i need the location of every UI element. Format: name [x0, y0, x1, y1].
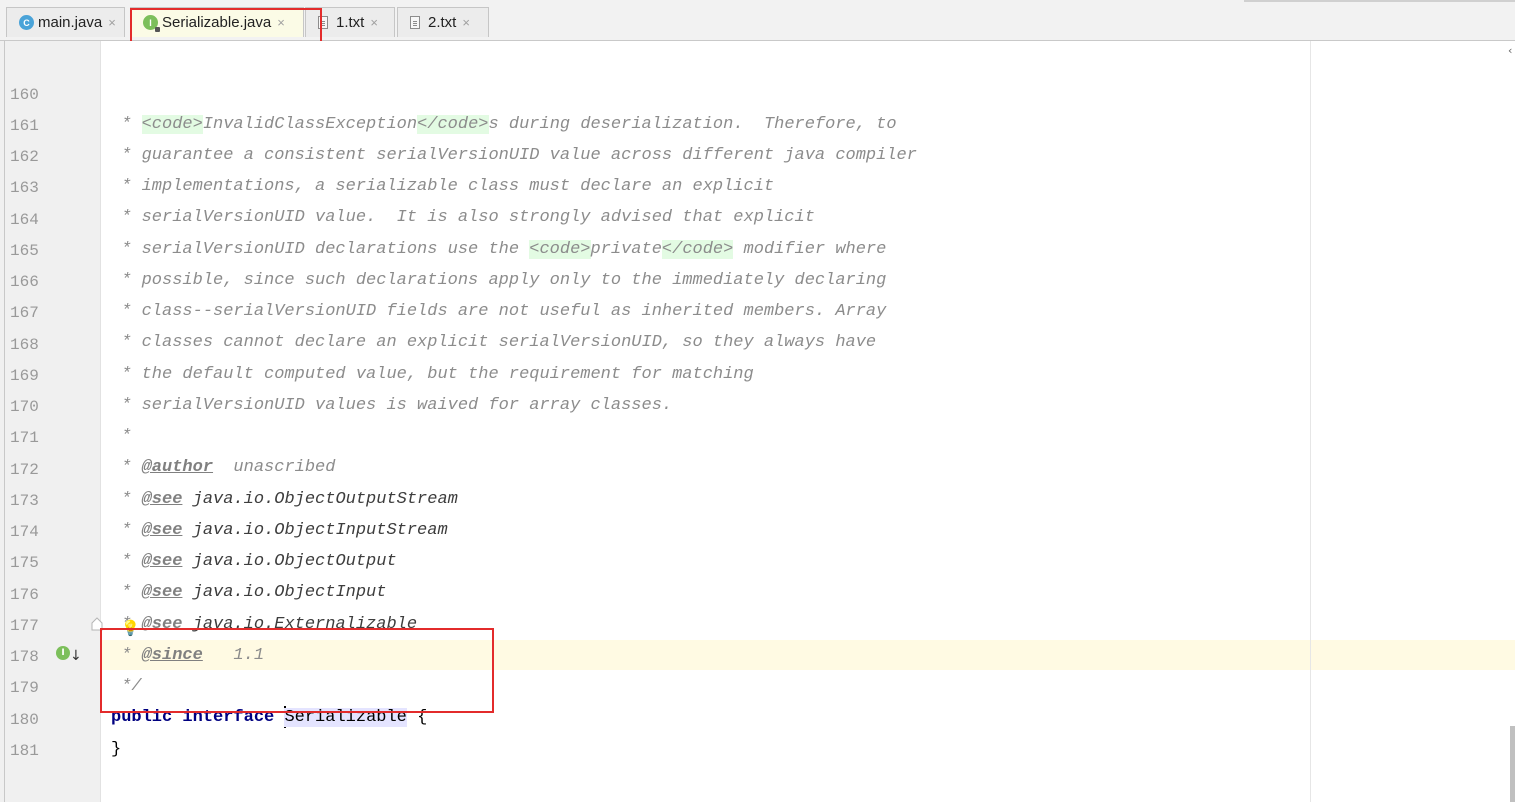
- code-line: 169 * serialVersionUID values is waived …: [0, 331, 1515, 415]
- code-line: 173 * @see java.io.ObjectInputStream: [0, 456, 1515, 540]
- code-line: 165 * possible, since such declarations …: [0, 206, 1515, 290]
- code-line: 171 * @author unascribed: [0, 393, 1515, 477]
- code-line: 174 * @see java.io.ObjectOutput: [0, 487, 1515, 571]
- tab-label: main.java: [38, 14, 103, 31]
- tab-label: 1.txt: [336, 14, 365, 31]
- code-line: 162 * implementations, a serializable cl…: [0, 112, 1515, 196]
- code-line: 163 * serialVersionUID value. It is also…: [0, 143, 1515, 227]
- code-line: 167 * classes cannot declare an explicit…: [0, 268, 1515, 352]
- code-line: 160 * <code>InvalidClassException</code>…: [0, 50, 1515, 134]
- code-line: 164 * serialVersionUID declarations use …: [0, 175, 1515, 259]
- code-line: 170 *: [0, 362, 1515, 446]
- close-icon[interactable]: ×: [370, 15, 378, 30]
- class-icon: C: [19, 15, 34, 30]
- text-file-icon: [410, 16, 420, 29]
- code-line: 166 * class--serialVersionUID fields are…: [0, 237, 1515, 321]
- vertical-scrollbar-thumb[interactable]: [1510, 726, 1515, 802]
- chevron-left-icon[interactable]: ‹: [1508, 44, 1512, 57]
- line-number: 181: [10, 742, 39, 760]
- arrow-down-icon[interactable]: ↓: [70, 648, 82, 664]
- tab-main-java[interactable]: C main.java ×: [6, 7, 125, 37]
- close-icon[interactable]: ×: [108, 15, 116, 30]
- code-line: 168 * the default computed value, but th…: [0, 300, 1515, 384]
- tab-label: 2.txt: [428, 14, 457, 31]
- code-line: 175 * @see java.io.ObjectInput: [0, 518, 1515, 602]
- code-line: 161 * guarantee a consistent serialVersi…: [0, 81, 1515, 165]
- code-highlight-box: [100, 628, 494, 713]
- tabbar-divider: [1244, 0, 1515, 2]
- close-icon[interactable]: ×: [462, 15, 470, 30]
- code-line: 172 * @see java.io.ObjectOutputStream: [0, 425, 1515, 509]
- code-line: 176 * @see java.io.Externalizable: [0, 550, 1515, 634]
- tab-2-txt[interactable]: 2.txt ×: [397, 7, 489, 37]
- code-line: 177 * @since 1.1: [0, 581, 1515, 665]
- implemented-interface-icon[interactable]: I: [56, 646, 70, 660]
